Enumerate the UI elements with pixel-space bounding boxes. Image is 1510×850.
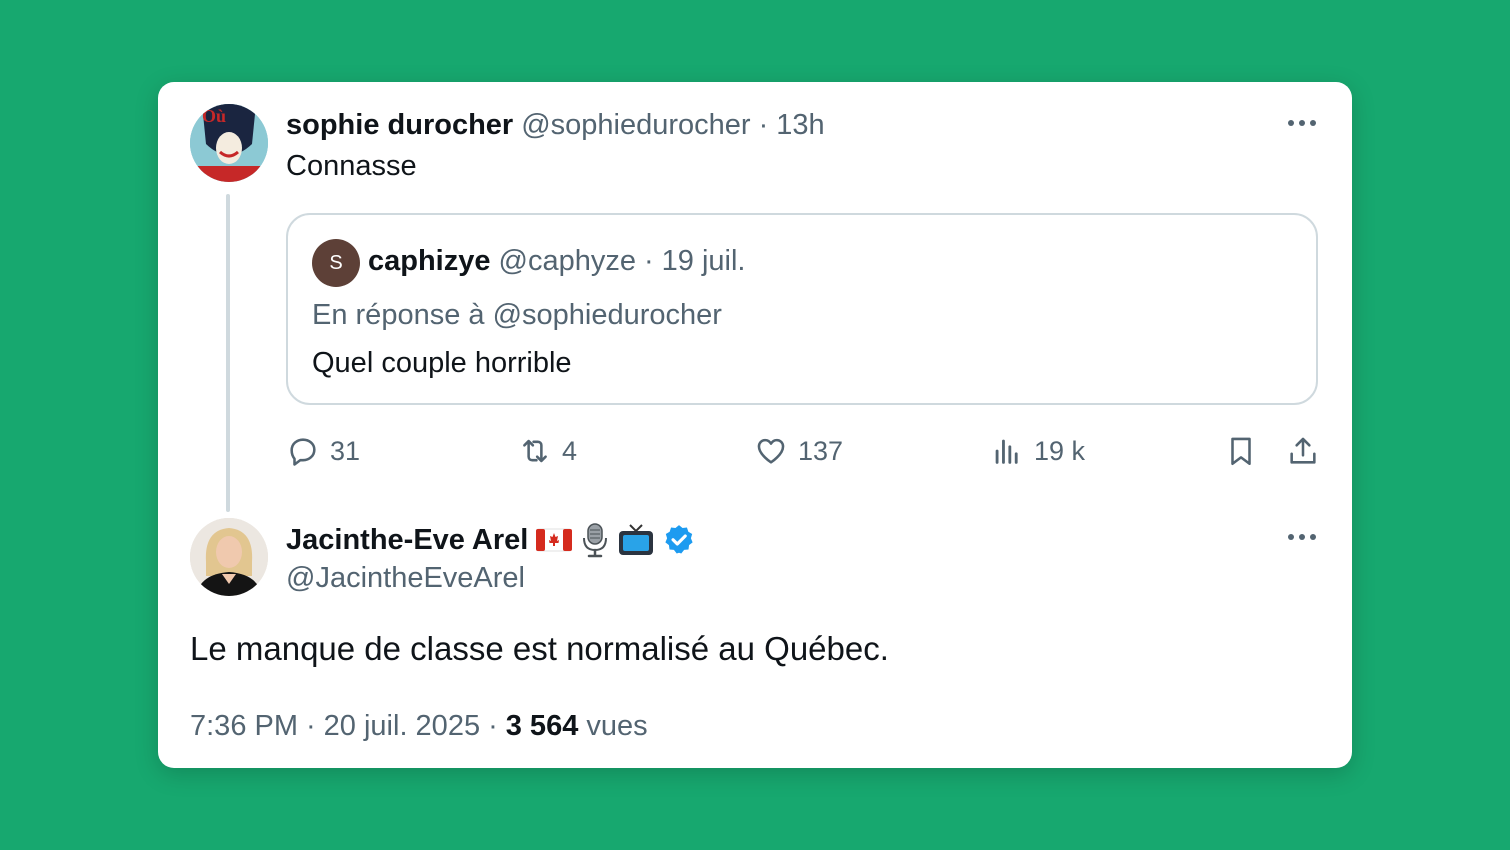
heart-icon [757,438,785,464]
main-tweet-meta: 7:36 PM · 20 juil. 2025 · 3 564 vues [190,710,648,743]
meta-separator-2: · [488,710,498,742]
meta-separator: · [306,710,316,742]
book-cover-avatar-image: Où [190,104,268,182]
main-tweet-text: Le manque de classe est normalisé au Qué… [190,630,889,667]
quote-reply-to[interactable]: En réponse à @sophiedurocher [312,299,722,332]
main-tweet-date[interactable]: 20 juil. 2025 [324,710,480,743]
television-icon [619,524,654,555]
repost-button[interactable]: 4 [518,434,577,468]
reply-count: 31 [330,435,361,466]
caphizye-avatar[interactable]: S [312,239,360,287]
main-display-name[interactable]: Jacinthe-Eve Arel [286,524,528,557]
quote-display-name[interactable]: caphizye [368,245,491,278]
parent-separator: · [758,108,769,141]
sophie-avatar[interactable]: Où [190,104,268,182]
parent-display-name[interactable]: sophie durocher [286,109,513,142]
repost-count: 4 [562,435,578,466]
thread-connector-line [226,194,230,512]
parent-time[interactable]: 13h [776,109,824,142]
share-icon [1290,437,1316,464]
verified-badge-icon[interactable] [662,523,696,557]
main-tweet-header: Jacinthe-Eve Arel [286,520,696,560]
like-button[interactable]: 137 [754,434,843,468]
reply-button[interactable]: 31 [286,434,360,468]
avatar-cover-title: Où [202,106,226,126]
canada-flag-icon [536,528,573,552]
bookmark-button[interactable] [1224,434,1258,468]
repost-icon [523,439,547,463]
main-tweet-time[interactable]: 7:36 PM [190,710,298,743]
quote-handle[interactable]: @caphyze [499,245,636,278]
share-button[interactable] [1286,434,1320,468]
bookmark-icon [1231,437,1251,466]
quoted-tweet[interactable]: S caphizye @caphyze · 19 juil. En répons… [286,213,1318,405]
quote-text: Quel couple horrible [312,347,572,379]
reply-icon [290,438,316,466]
microphone-icon [583,523,608,558]
views-label: vues [586,710,648,742]
main-more-icon[interactable] [1288,534,1316,540]
quote-header: caphizye @caphyze · 19 juil. [368,245,745,278]
parent-tweet-header: sophie durocher @sophiedurocher · 13h [286,106,825,144]
views-total-count[interactable]: 3 564 [506,710,579,743]
like-count: 137 [798,435,844,466]
main-handle[interactable]: @JacintheEveArel [286,562,525,595]
quote-separator: · [643,245,654,277]
tweet-card: Où sophie durocher @sophiedurocher · 13h… [158,82,1352,768]
caphizye-avatar-initial: S [329,251,343,274]
parent-more-icon[interactable] [1288,120,1316,126]
quote-time[interactable]: 19 juil. [662,245,746,278]
views-bar-chart-icon [995,439,1018,464]
profile-photo-image [190,518,268,596]
parent-handle[interactable]: @sophiedurocher [521,109,750,142]
views-button[interactable]: 19 k [990,434,1085,468]
views-count: 19 k [1034,435,1086,466]
parent-tweet-text: Connasse [286,150,417,182]
jacinthe-avatar[interactable] [190,518,268,596]
